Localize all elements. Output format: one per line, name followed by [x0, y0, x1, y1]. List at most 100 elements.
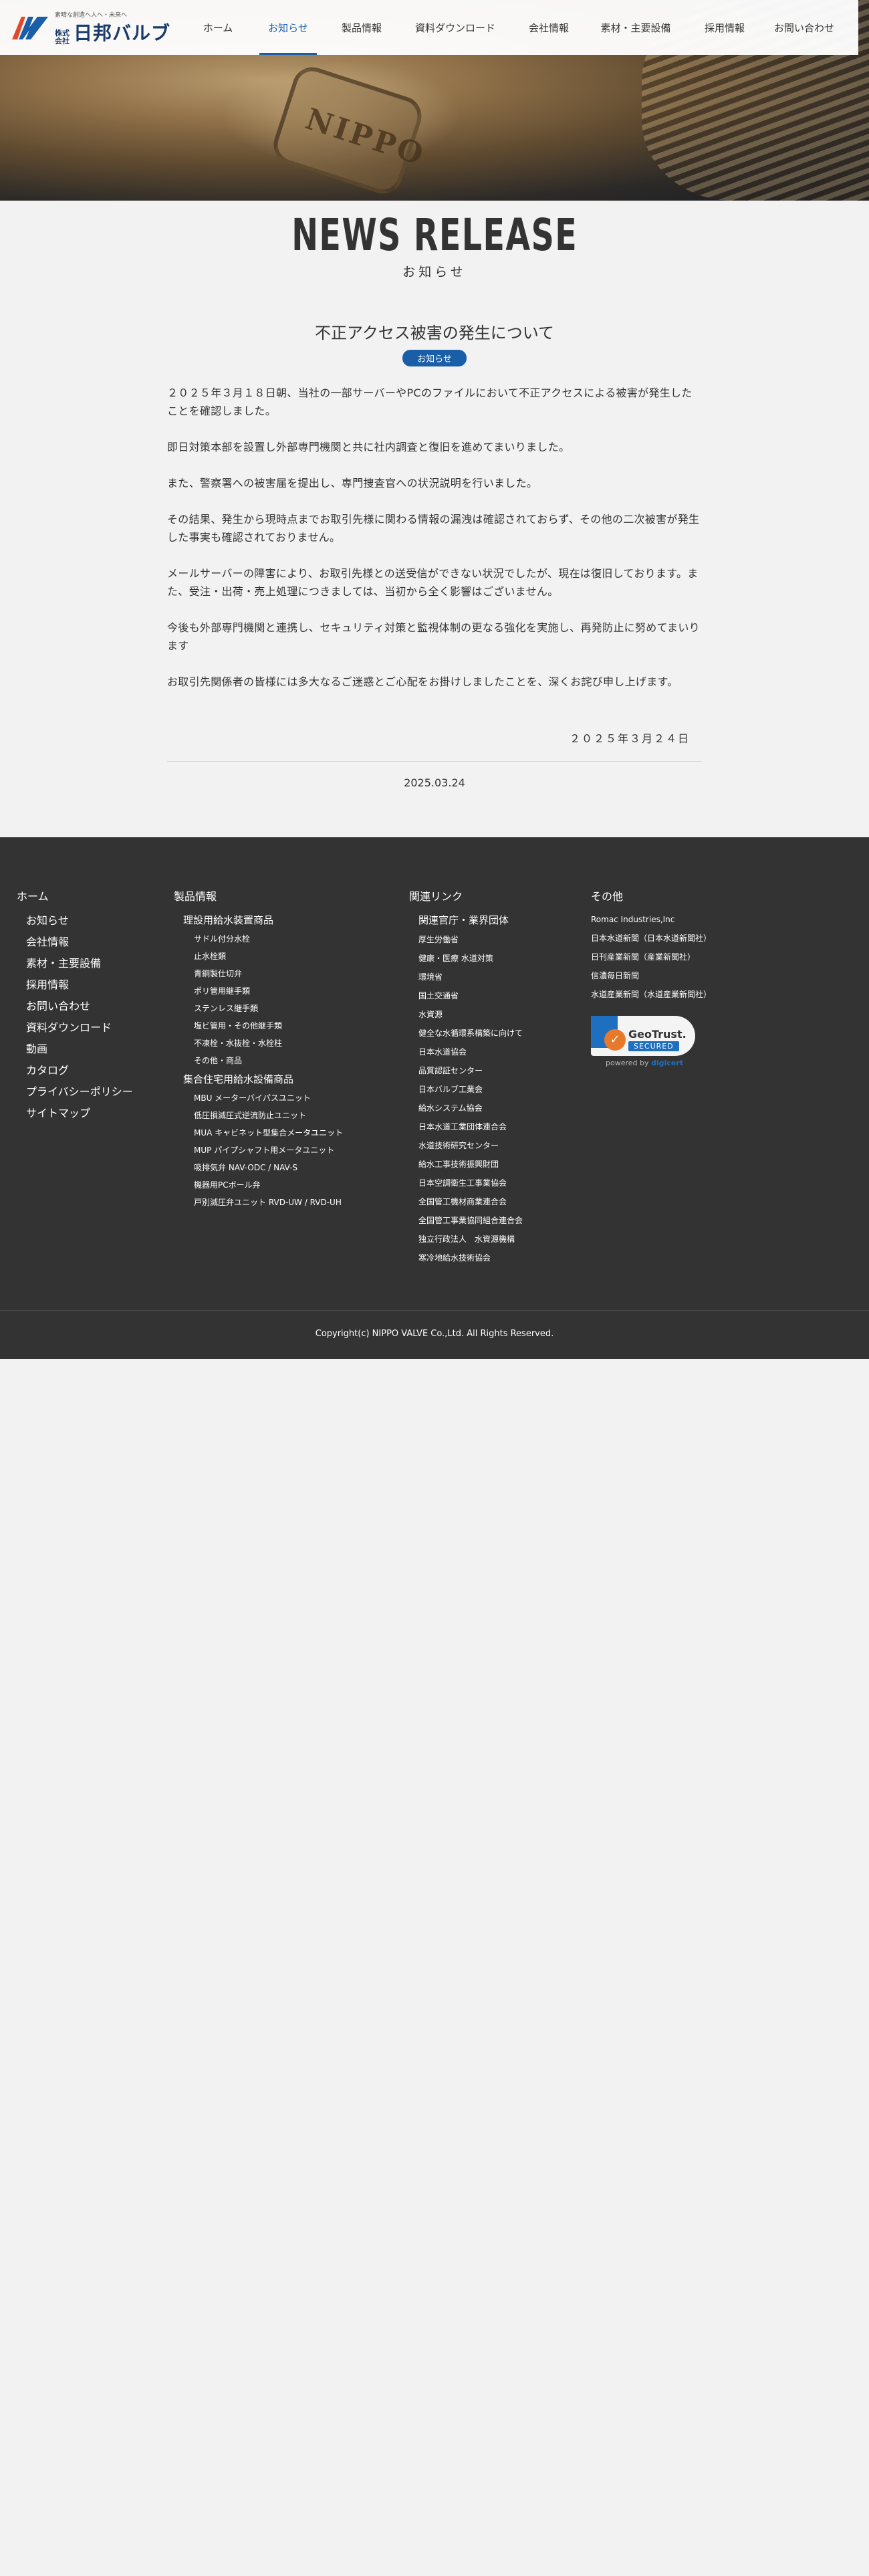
category-badge[interactable]: お知らせ — [402, 350, 467, 366]
footer-link[interactable]: 環境省 — [409, 968, 583, 986]
footer-group-link[interactable]: 集合住宅用給水設備商品 — [174, 1069, 401, 1089]
page-title: NEWS RELEASE お知らせ — [0, 209, 869, 280]
navbar: 素晴な創造へ人へ・未来へ 株式会社 日邦バルブ ホーム お知らせ 製品情報 資料… — [0, 0, 858, 55]
nav-materials[interactable]: 素材・主要設備 — [586, 0, 686, 55]
nav-news[interactable]: お知らせ — [251, 0, 325, 55]
site-footer: ホーム お知らせ 会社情報 素材・主要設備 採用情報 お問い合わせ 資料ダウンロ… — [0, 837, 869, 1359]
footer-link[interactable]: サドル付分水栓 — [174, 930, 401, 948]
footer-divider — [0, 1310, 869, 1311]
article-paragraph: ２０２５年３月１８日朝、当社の一部サーバーやPCのファイルにおいて不正アクセスに… — [167, 387, 693, 417]
footer-col-products: 製品情報 理設用給水装置商品 サドル付分水栓 止水栓類 青銅製仕切弁 ポリ管用継… — [174, 887, 401, 1211]
page-title-en: NEWS RELEASE — [291, 209, 578, 261]
footer-link[interactable]: 給水システム協会 — [409, 1099, 583, 1117]
footer-link[interactable]: ステンレス継手類 — [174, 1000, 401, 1017]
footer-products-link[interactable]: 製品情報 — [174, 887, 401, 903]
footer-links-head: 関連リンク — [409, 890, 463, 903]
nav-contact[interactable]: お問い合わせ — [763, 0, 845, 55]
footer-link[interactable]: 国土交通省 — [409, 986, 583, 1005]
footer-link[interactable]: Romac Industries,Inc — [591, 910, 765, 929]
article-title: 不正アクセス被害の発生について — [314, 324, 555, 342]
footer-link[interactable]: 機器用PCボール弁 — [174, 1176, 401, 1194]
footer-link[interactable]: 独立行政法人 水資源機構 — [409, 1230, 583, 1249]
logo-tagline: 素晴な創造へ人へ・未来へ — [55, 11, 128, 19]
footer-link[interactable]: 水道技術研究センター — [409, 1136, 583, 1155]
footer-link[interactable]: 水資源 — [409, 1005, 583, 1024]
footer-link[interactable]: 動画 — [17, 1039, 164, 1060]
geotrust-seal[interactable]: ✓ GeoTrust. SECURED powered by digicert — [591, 1016, 695, 1068]
article-body: ２０２５年３月１８日朝、当社の一部サーバーやPCのファイルにおいて不正アクセスに… — [167, 384, 702, 691]
footer-link[interactable]: 会社情報 — [17, 932, 164, 953]
article-paragraph: 今後も外部専門機関と連携し、セキュリティ対策と監視体制の更なる強化を実施し、再発… — [167, 621, 700, 652]
footer-link[interactable]: 戸別減圧弁ユニット RVD-UW / RVD-UH — [174, 1194, 401, 1211]
footer-link[interactable]: 健康・医療 水道対策 — [409, 949, 583, 968]
article-paragraph: 即日対策本部を設置し外部専門機関と共に社内調査と復旧を進めてまいりました。 — [167, 441, 570, 453]
footer-link[interactable]: 素材・主要設備 — [17, 953, 164, 974]
page-title-ja: お知らせ — [402, 265, 467, 280]
footer-link[interactable]: 資料ダウンロード — [17, 1017, 164, 1039]
article-signed-date: ２０２５年３月２４日 — [569, 732, 690, 745]
footer-link[interactable]: 寒冷地給水技術協会 — [409, 1249, 583, 1267]
footer-link[interactable]: 日本空調衛生工事業協会 — [409, 1174, 583, 1192]
footer-link[interactable]: 全国管工機材商業連合会 — [409, 1192, 583, 1211]
footer-link[interactable]: お知らせ — [17, 910, 164, 932]
footer-link[interactable]: お問い合わせ — [17, 996, 164, 1017]
article-paragraph: お取引先関係者の皆様には多大なるご迷惑とご心配をお掛けしましたことを、深くお詫び… — [167, 675, 678, 688]
footer-link[interactable]: 日刊産業新聞（産業新聞社） — [591, 948, 765, 966]
logo-mark-icon — [11, 13, 49, 42]
article-paragraph: メールサーバーの障害により、お取引先様との送受信ができない状況でしたが、現在は復… — [167, 567, 699, 598]
logo-company-name: 日邦バルブ — [74, 21, 171, 44]
footer-link[interactable]: 全国管工事業協同組合連合会 — [409, 1211, 583, 1230]
footer-link[interactable]: 低圧損減圧式逆流防止ユニット — [174, 1107, 401, 1124]
footer-group-link[interactable]: 理設用給水装置商品 — [174, 910, 401, 930]
footer-link[interactable]: 吸排気弁 NAV-ODC / NAV-S — [174, 1159, 401, 1176]
footer-link[interactable]: サイトマップ — [17, 1103, 164, 1124]
footer-link[interactable]: 不凍栓・水抜栓・水栓柱 — [174, 1035, 401, 1052]
copyright: Copyright(c) NIPPO VALVE Co.,Ltd. All Ri… — [315, 1329, 554, 1339]
footer-col-links: 関連リンク 関連官庁・業界団体 厚生労働省 健康・医療 水道対策 環境省 国土交… — [409, 887, 583, 1267]
footer-link[interactable]: その他・商品 — [174, 1052, 401, 1069]
nav-company[interactable]: 会社情報 — [512, 0, 586, 55]
nav-home[interactable]: ホーム — [184, 0, 251, 55]
geotrust-powered: powered by digicert — [606, 1059, 683, 1067]
article-divider — [167, 761, 702, 762]
footer-link[interactable]: 日本水道新聞（日本水道新聞社） — [591, 929, 765, 948]
geotrust-secured: SECURED — [628, 1041, 679, 1051]
footer-link[interactable]: MUA キャビネット型集合メータユニット — [174, 1124, 401, 1142]
footer-link[interactable]: 信濃毎日新聞 — [591, 966, 765, 985]
footer-link[interactable]: カタログ — [17, 1060, 164, 1081]
footer-link[interactable]: 日本水道工業団体連合会 — [409, 1117, 583, 1136]
footer-link[interactable]: 青銅製仕切弁 — [174, 965, 401, 982]
main-nav: ホーム お知らせ 製品情報 資料ダウンロード 会社情報 素材・主要設備 採用情報… — [184, 0, 845, 55]
footer-link[interactable]: 給水工事技術振興財団 — [409, 1155, 583, 1174]
footer-link[interactable]: プライバシーポリシー — [17, 1081, 164, 1103]
footer-home-link[interactable]: ホーム — [17, 887, 164, 903]
footer-link[interactable]: MUP パイプシャフト用メータユニット — [174, 1142, 401, 1159]
footer-link[interactable]: 品質認証センター — [409, 1061, 583, 1080]
nav-recruit[interactable]: 採用情報 — [686, 0, 763, 55]
footer-link[interactable]: 日本水道協会 — [409, 1043, 583, 1061]
footer-link[interactable]: 塩ビ管用・その他継手類 — [174, 1017, 401, 1035]
article-post-date: 2025.03.24 — [404, 776, 465, 789]
site-logo[interactable]: 素晴な創造へ人へ・未来へ 株式会社 日邦バルブ — [0, 0, 180, 55]
article-paragraph: また、警察署への被害届を提出し、専門捜査官への状況説明を行いました。 — [167, 477, 538, 490]
footer-link[interactable]: 健全な水循環系構築に向けて — [409, 1024, 583, 1043]
footer-link[interactable]: ポリ管用継手類 — [174, 982, 401, 1000]
footer-link[interactable]: 採用情報 — [17, 974, 164, 996]
geotrust-name: GeoTrust. — [628, 1028, 687, 1041]
footer-link[interactable]: 水道産業新聞（水道産業新聞社） — [591, 985, 765, 1004]
news-article: 不正アクセス被害の発生について お知らせ ２０２５年３月１８日朝、当社の一部サー… — [167, 320, 702, 789]
footer-col-home: ホーム お知らせ 会社情報 素材・主要設備 採用情報 お問い合わせ 資料ダウンロ… — [17, 887, 164, 1124]
article-paragraph: その結果、発生から現時点までお取引先様に関わる情報の漏洩は確認されておらず、その… — [167, 513, 700, 544]
footer-col-others: その他 Romac Industries,Inc 日本水道新聞（日本水道新聞社）… — [591, 887, 765, 1068]
footer-group-label: 関連官庁・業界団体 — [418, 914, 509, 926]
logo-kabushiki: 株式会社 — [55, 28, 70, 45]
valve-emboss-text: NIPPO — [301, 102, 430, 173]
footer-link[interactable]: 厚生労働省 — [409, 930, 583, 949]
footer-link[interactable]: 止水栓類 — [174, 948, 401, 965]
footer-others-head: その他 — [591, 890, 624, 903]
nav-downloads[interactable]: 資料ダウンロード — [398, 0, 512, 55]
footer-link[interactable]: MBU メーターバイパスユニット — [174, 1089, 401, 1107]
geotrust-check-icon: ✓ — [604, 1029, 626, 1051]
footer-link[interactable]: 日本バルブ工業会 — [409, 1080, 583, 1099]
nav-products[interactable]: 製品情報 — [325, 0, 398, 55]
